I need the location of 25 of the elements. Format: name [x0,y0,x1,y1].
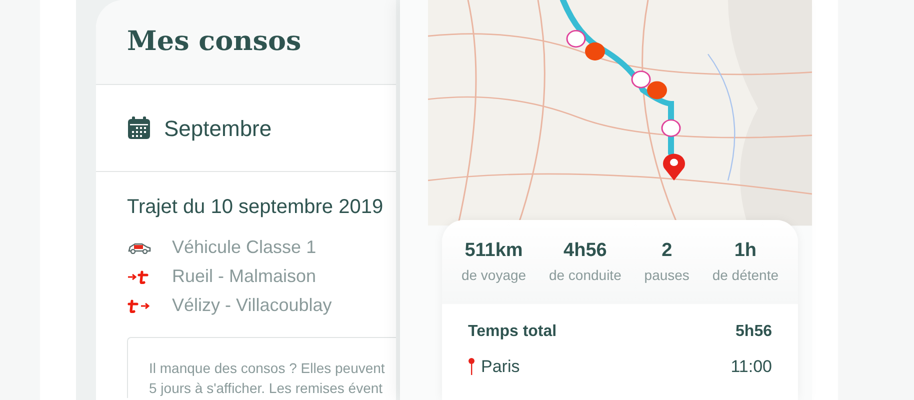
stat-label: de voyage [461,266,526,286]
notice-text: Il manque des consos ? Elles peuvent [149,359,386,378]
total-time-label: Temps total [468,322,557,342]
stop-time: 11:00 [730,356,772,378]
stat-value: 1h [734,238,757,263]
stat-value: 2 [662,238,672,263]
month-label[interactable]: Septembre [164,112,272,144]
stop-pin-icon [468,357,475,376]
stat-value: 511km [464,238,523,263]
arrow-toll-icon [127,270,151,284]
stat-value: 4h56 [564,238,607,263]
toll-arrow-icon [127,298,151,312]
stat-label: pauses [644,266,690,286]
trip-detail: Véhicule Classe 1 [172,236,316,259]
notice-text: 5 jours à s'afficher. Les remises évent [149,379,384,398]
stat-label: de conduite [548,266,622,286]
trip-detail: Vélizy - Villacoublay [172,294,332,317]
stat-label: de détente [712,266,779,286]
calendar-icon [127,116,151,140]
total-time-value: 5h56 [736,322,772,342]
trip-detail: Rueil - Malmaison [172,265,316,288]
page-title: Mes consos [127,24,302,59]
trip-title: Trajet du 10 septembre 2019 [127,195,384,220]
stop-name: Paris [481,356,520,378]
car-icon [127,242,151,254]
